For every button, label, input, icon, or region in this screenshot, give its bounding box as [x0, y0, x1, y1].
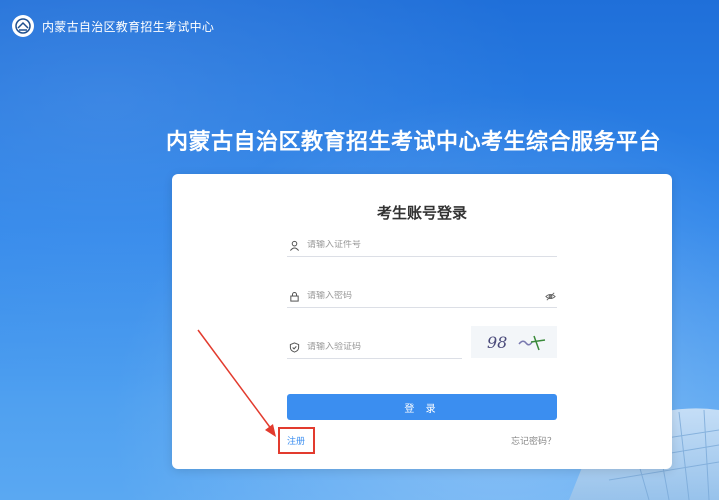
password-input[interactable] — [307, 291, 543, 301]
platform-title: 内蒙古自治区教育招生考试中心考生综合服务平台 — [166, 130, 662, 155]
login-card: 考生账号登录 98 登 录 注册 忘记密码？ — [172, 174, 672, 469]
login-button[interactable]: 登 录 — [287, 394, 557, 420]
forgot-password-link[interactable]: 忘记密码？ — [511, 434, 556, 447]
header: 内蒙古自治区教育招生考试中心 — [12, 14, 214, 38]
captcha-field — [287, 336, 462, 359]
user-icon — [287, 238, 301, 252]
captcha-text: 98 — [487, 333, 507, 352]
register-highlight-box — [278, 427, 315, 454]
login-title: 考生账号登录 — [376, 204, 467, 222]
org-logo-icon[interactable] — [12, 15, 34, 37]
id-number-field — [287, 234, 557, 257]
captcha-input[interactable] — [307, 342, 462, 352]
eye-hidden-icon[interactable] — [543, 289, 557, 303]
org-name: 内蒙古自治区教育招生考试中心 — [42, 19, 215, 34]
shield-icon — [287, 340, 301, 354]
lock-icon — [287, 289, 301, 303]
captcha-image[interactable]: 98 — [471, 326, 557, 358]
id-number-input[interactable] — [307, 240, 557, 250]
password-field — [287, 285, 557, 308]
